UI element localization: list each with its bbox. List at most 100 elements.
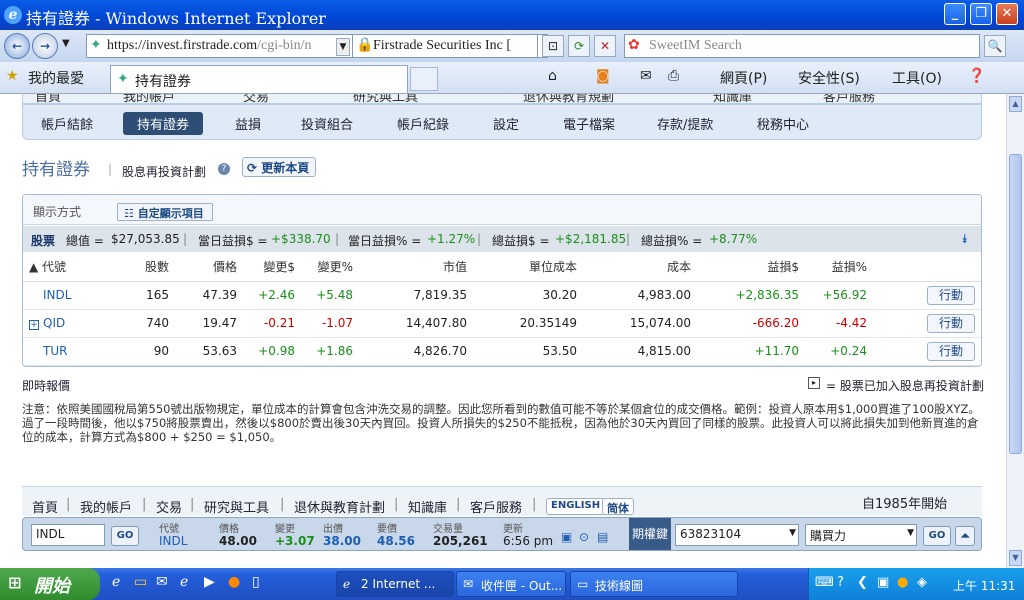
help-icon[interactable]: ❓	[968, 68, 985, 84]
chart-icon[interactable]: ▣	[561, 530, 572, 544]
back-button[interactable]: ←	[4, 33, 30, 59]
subnav-deposit[interactable]: 存款/提款	[657, 114, 713, 133]
topnav-item[interactable]: 研究與工具	[353, 94, 418, 103]
expand-tray-icon[interactable]: ❮	[857, 575, 868, 590]
col-cost[interactable]: 成本	[581, 253, 695, 282]
address-dropdown-icon[interactable]: ▼	[336, 38, 350, 56]
symbol-link[interactable]: + QID	[23, 309, 133, 338]
security-tray-icon[interactable]: ◈	[917, 575, 927, 590]
symbol-link[interactable]: INDL	[23, 281, 133, 310]
security-report[interactable]: 🔒 Firstrade Securities Inc [	[352, 34, 538, 58]
col-gain-pct[interactable]: 益損%	[803, 253, 871, 282]
search-input[interactable]: ✿ SweetIM Search	[624, 34, 980, 58]
account-select[interactable]: 63823104 ▼	[675, 524, 799, 546]
simplified-chinese-button[interactable]: 简体	[602, 498, 634, 515]
history-dropdown-icon[interactable]: ▼	[62, 38, 70, 49]
footer-trade-link[interactable]: 交易	[156, 497, 182, 516]
col-market-value[interactable]: 市值	[357, 253, 471, 282]
footer-account-link[interactable]: 我的帳戶	[80, 497, 132, 516]
app-tray-icon[interactable]: ●	[897, 575, 908, 590]
topnav-item[interactable]: 交易	[243, 94, 269, 103]
quicklaunch-app-icon[interactable]: ▯	[252, 574, 260, 590]
subnav-portfolio[interactable]: 投資組合	[301, 114, 353, 133]
footer-home-link[interactable]: 首頁	[32, 497, 58, 516]
page-menu[interactable]: 網頁(P)	[720, 68, 767, 88]
subnav-documents[interactable]: 電子檔案	[563, 114, 615, 133]
search-button-icon[interactable]: 🔍	[984, 35, 1006, 57]
col-shares[interactable]: 股數	[133, 253, 173, 282]
action-button[interactable]: 行動	[927, 285, 975, 305]
col-unit-cost[interactable]: 單位成本	[471, 253, 581, 282]
col-price[interactable]: 價格	[173, 253, 241, 282]
quicklaunch-firefox-icon[interactable]: ●	[228, 574, 240, 590]
zoom-icon[interactable]: ⊙	[579, 530, 589, 544]
realtime-quotes-link[interactable]: 即時報價	[22, 377, 70, 394]
quicklaunch-ie-icon[interactable]: ℯ	[112, 574, 120, 590]
buying-power-go-button[interactable]: GO	[923, 526, 951, 546]
action-button[interactable]: 行動	[927, 313, 975, 333]
keyboard-icon[interactable]: ⌨	[815, 575, 834, 590]
favorites-button[interactable]: 我的最愛	[28, 68, 84, 88]
scroll-thumb[interactable]	[1009, 154, 1022, 454]
minimize-button[interactable]: _	[944, 3, 966, 25]
task-chart[interactable]: ▭ 技術線圖	[570, 571, 738, 597]
quote-go-button[interactable]: GO	[111, 526, 139, 546]
subnav-settings[interactable]: 設定	[493, 114, 519, 133]
topnav-item[interactable]: 我的帳戶	[123, 94, 175, 103]
buying-power-select[interactable]: 購買力 ▼	[805, 524, 917, 546]
new-tab-button[interactable]	[410, 67, 438, 91]
col-change[interactable]: 變更$	[241, 253, 299, 282]
refresh-page-button[interactable]: ⟳ 更新本頁	[242, 157, 317, 177]
safety-menu[interactable]: 安全性(S)	[798, 68, 860, 88]
compatibility-icon[interactable]: ⊡	[542, 35, 564, 57]
feeds-icon[interactable]: ◙	[596, 68, 610, 84]
action-button[interactable]: 行動	[927, 341, 975, 361]
footer-research-link[interactable]: 研究與工具	[204, 497, 269, 516]
quicklaunch-outlook-icon[interactable]: ✉	[156, 574, 168, 590]
english-button[interactable]: ENGLISH	[546, 498, 606, 515]
quicklaunch-folder-icon[interactable]: ▭	[134, 574, 147, 590]
vertical-scrollbar[interactable]: ▲ ▼	[1006, 94, 1024, 568]
subnav-tax[interactable]: 稅務中心	[757, 114, 809, 133]
print-icon[interactable]: ⎙	[668, 68, 679, 84]
quicklaunch-ie2-icon[interactable]: ℯ	[180, 574, 188, 590]
topnav-item[interactable]: 首頁	[35, 94, 61, 103]
scroll-down-icon[interactable]: ▼	[1009, 550, 1022, 566]
customize-columns-button[interactable]: ☷ 自定顯示項目	[117, 203, 213, 221]
footer-retirement-link[interactable]: 退休與教育計劃	[294, 497, 385, 516]
close-button[interactable]: ✕	[996, 3, 1018, 25]
help-circle-icon[interactable]: ?	[218, 163, 230, 175]
symbol-link[interactable]: TUR	[23, 337, 133, 366]
subnav-history[interactable]: 帳戶紀錄	[397, 114, 449, 133]
network-icon[interactable]: ▣	[877, 575, 889, 590]
topnav-item[interactable]: 客戶服務	[823, 94, 875, 103]
col-symbol[interactable]: ▲ 代號	[23, 253, 133, 282]
refresh-icon[interactable]: ⟳	[568, 35, 590, 57]
collapse-bar-icon[interactable]: ⏶	[955, 526, 975, 546]
subnav-gainloss[interactable]: 益損	[235, 114, 261, 133]
footer-service-link[interactable]: 客戶服務	[470, 497, 522, 516]
col-change-pct[interactable]: 變更%	[299, 253, 357, 282]
quicklaunch-media-icon[interactable]: ▶	[204, 574, 215, 590]
stop-icon[interactable]: ✕	[594, 35, 616, 57]
print-quote-icon[interactable]: ▤	[597, 530, 608, 544]
tools-menu[interactable]: 工具(O)	[892, 68, 942, 88]
col-gain[interactable]: 益損$	[695, 253, 803, 282]
drip-link[interactable]: 股息再投資計劃	[122, 163, 206, 180]
forward-button[interactable]: →	[32, 33, 58, 59]
maximize-button[interactable]: ❐	[970, 3, 992, 25]
favorites-star-icon[interactable]: ★	[6, 68, 19, 84]
quote-symbol-input[interactable]: INDL	[31, 524, 105, 546]
task-outlook[interactable]: ✉ 收件匣 - Out...	[456, 571, 566, 597]
topnav-item[interactable]: 知識庫	[713, 94, 752, 103]
help-tray-icon[interactable]: ?	[837, 575, 844, 590]
tab-active[interactable]: ✦ 持有證券	[110, 65, 408, 93]
home-icon[interactable]: ⌂	[548, 68, 557, 84]
expand-arrow-icon[interactable]: ⯯	[961, 232, 968, 247]
start-button[interactable]: ⊞ 開始	[0, 568, 100, 600]
subnav-positions[interactable]: 持有證券	[123, 112, 204, 135]
mail-icon[interactable]: ✉	[640, 68, 652, 84]
topnav-item[interactable]: 退休與教育規劃	[523, 94, 614, 103]
footer-knowledge-link[interactable]: 知識庫	[408, 497, 447, 516]
subnav-balances[interactable]: 帳戶結餘	[41, 114, 93, 133]
